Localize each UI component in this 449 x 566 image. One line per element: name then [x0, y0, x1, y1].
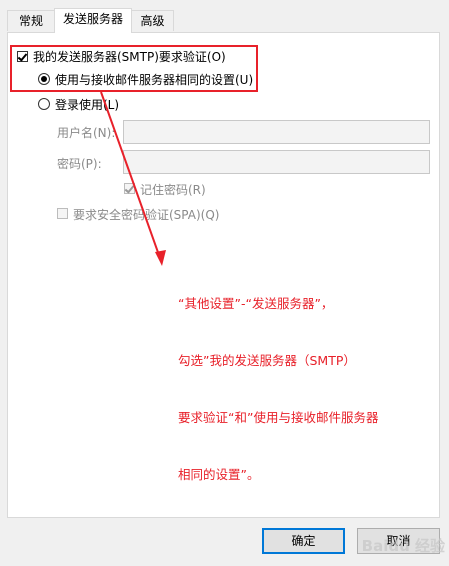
username-field[interactable] [123, 120, 430, 144]
tab-bar: 常规 发送服务器 高级 [0, 8, 449, 33]
password-field[interactable] [123, 150, 430, 174]
spa-checkbox[interactable] [57, 208, 68, 219]
same-settings-label: 使用与接收邮件服务器相同的设置(U) [55, 73, 254, 87]
tab-general[interactable]: 常规 [7, 10, 55, 31]
tab-advanced[interactable]: 高级 [131, 10, 174, 31]
smtp-auth-checkbox[interactable] [17, 51, 28, 62]
remember-password-label: 记住密码(R) [140, 183, 206, 197]
remember-password-checkbox[interactable] [124, 183, 135, 194]
login-label: 登录使用(L) [55, 98, 120, 112]
tab-outgoing-server[interactable]: 发送服务器 [54, 8, 132, 33]
same-settings-radio[interactable] [38, 73, 50, 85]
cancel-button[interactable]: 取消 [357, 528, 440, 554]
login-radio[interactable] [38, 98, 50, 110]
username-label: 用户名(N): [57, 126, 116, 140]
ok-button[interactable]: 确定 [262, 528, 345, 554]
spa-label: 要求安全密码验证(SPA)(Q) [73, 208, 220, 222]
password-label: 密码(P): [57, 157, 102, 171]
smtp-auth-label: 我的发送服务器(SMTP)要求验证(O) [33, 50, 226, 64]
